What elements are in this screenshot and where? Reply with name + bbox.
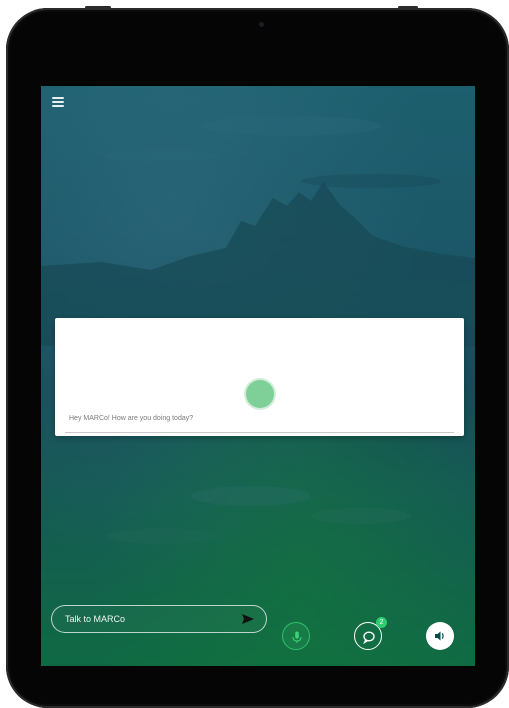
microphone-icon (292, 631, 302, 643)
volume-button[interactable] (426, 622, 454, 650)
device-button (85, 6, 111, 9)
menu-icon[interactable] (52, 97, 64, 107)
talk-input[interactable]: Talk to MARCo (51, 605, 267, 633)
camera-dot (259, 22, 264, 27)
app-screen: Hey MARCo! How are you doing today? Talk… (41, 86, 475, 666)
assistant-message: Hey MARCo! How are you doing today? (69, 415, 194, 422)
chat-badge: 2 (376, 617, 387, 628)
speaker-icon (435, 631, 444, 641)
microphone-button[interactable] (282, 622, 310, 650)
listening-orb (246, 380, 274, 408)
talk-input-placeholder: Talk to MARCo (65, 614, 126, 624)
send-icon[interactable] (242, 614, 254, 624)
conversation-card: Hey MARCo! How are you doing today? (55, 318, 464, 436)
card-divider (65, 432, 454, 433)
chat-button[interactable]: 2 (354, 617, 387, 650)
device-button (398, 6, 418, 9)
